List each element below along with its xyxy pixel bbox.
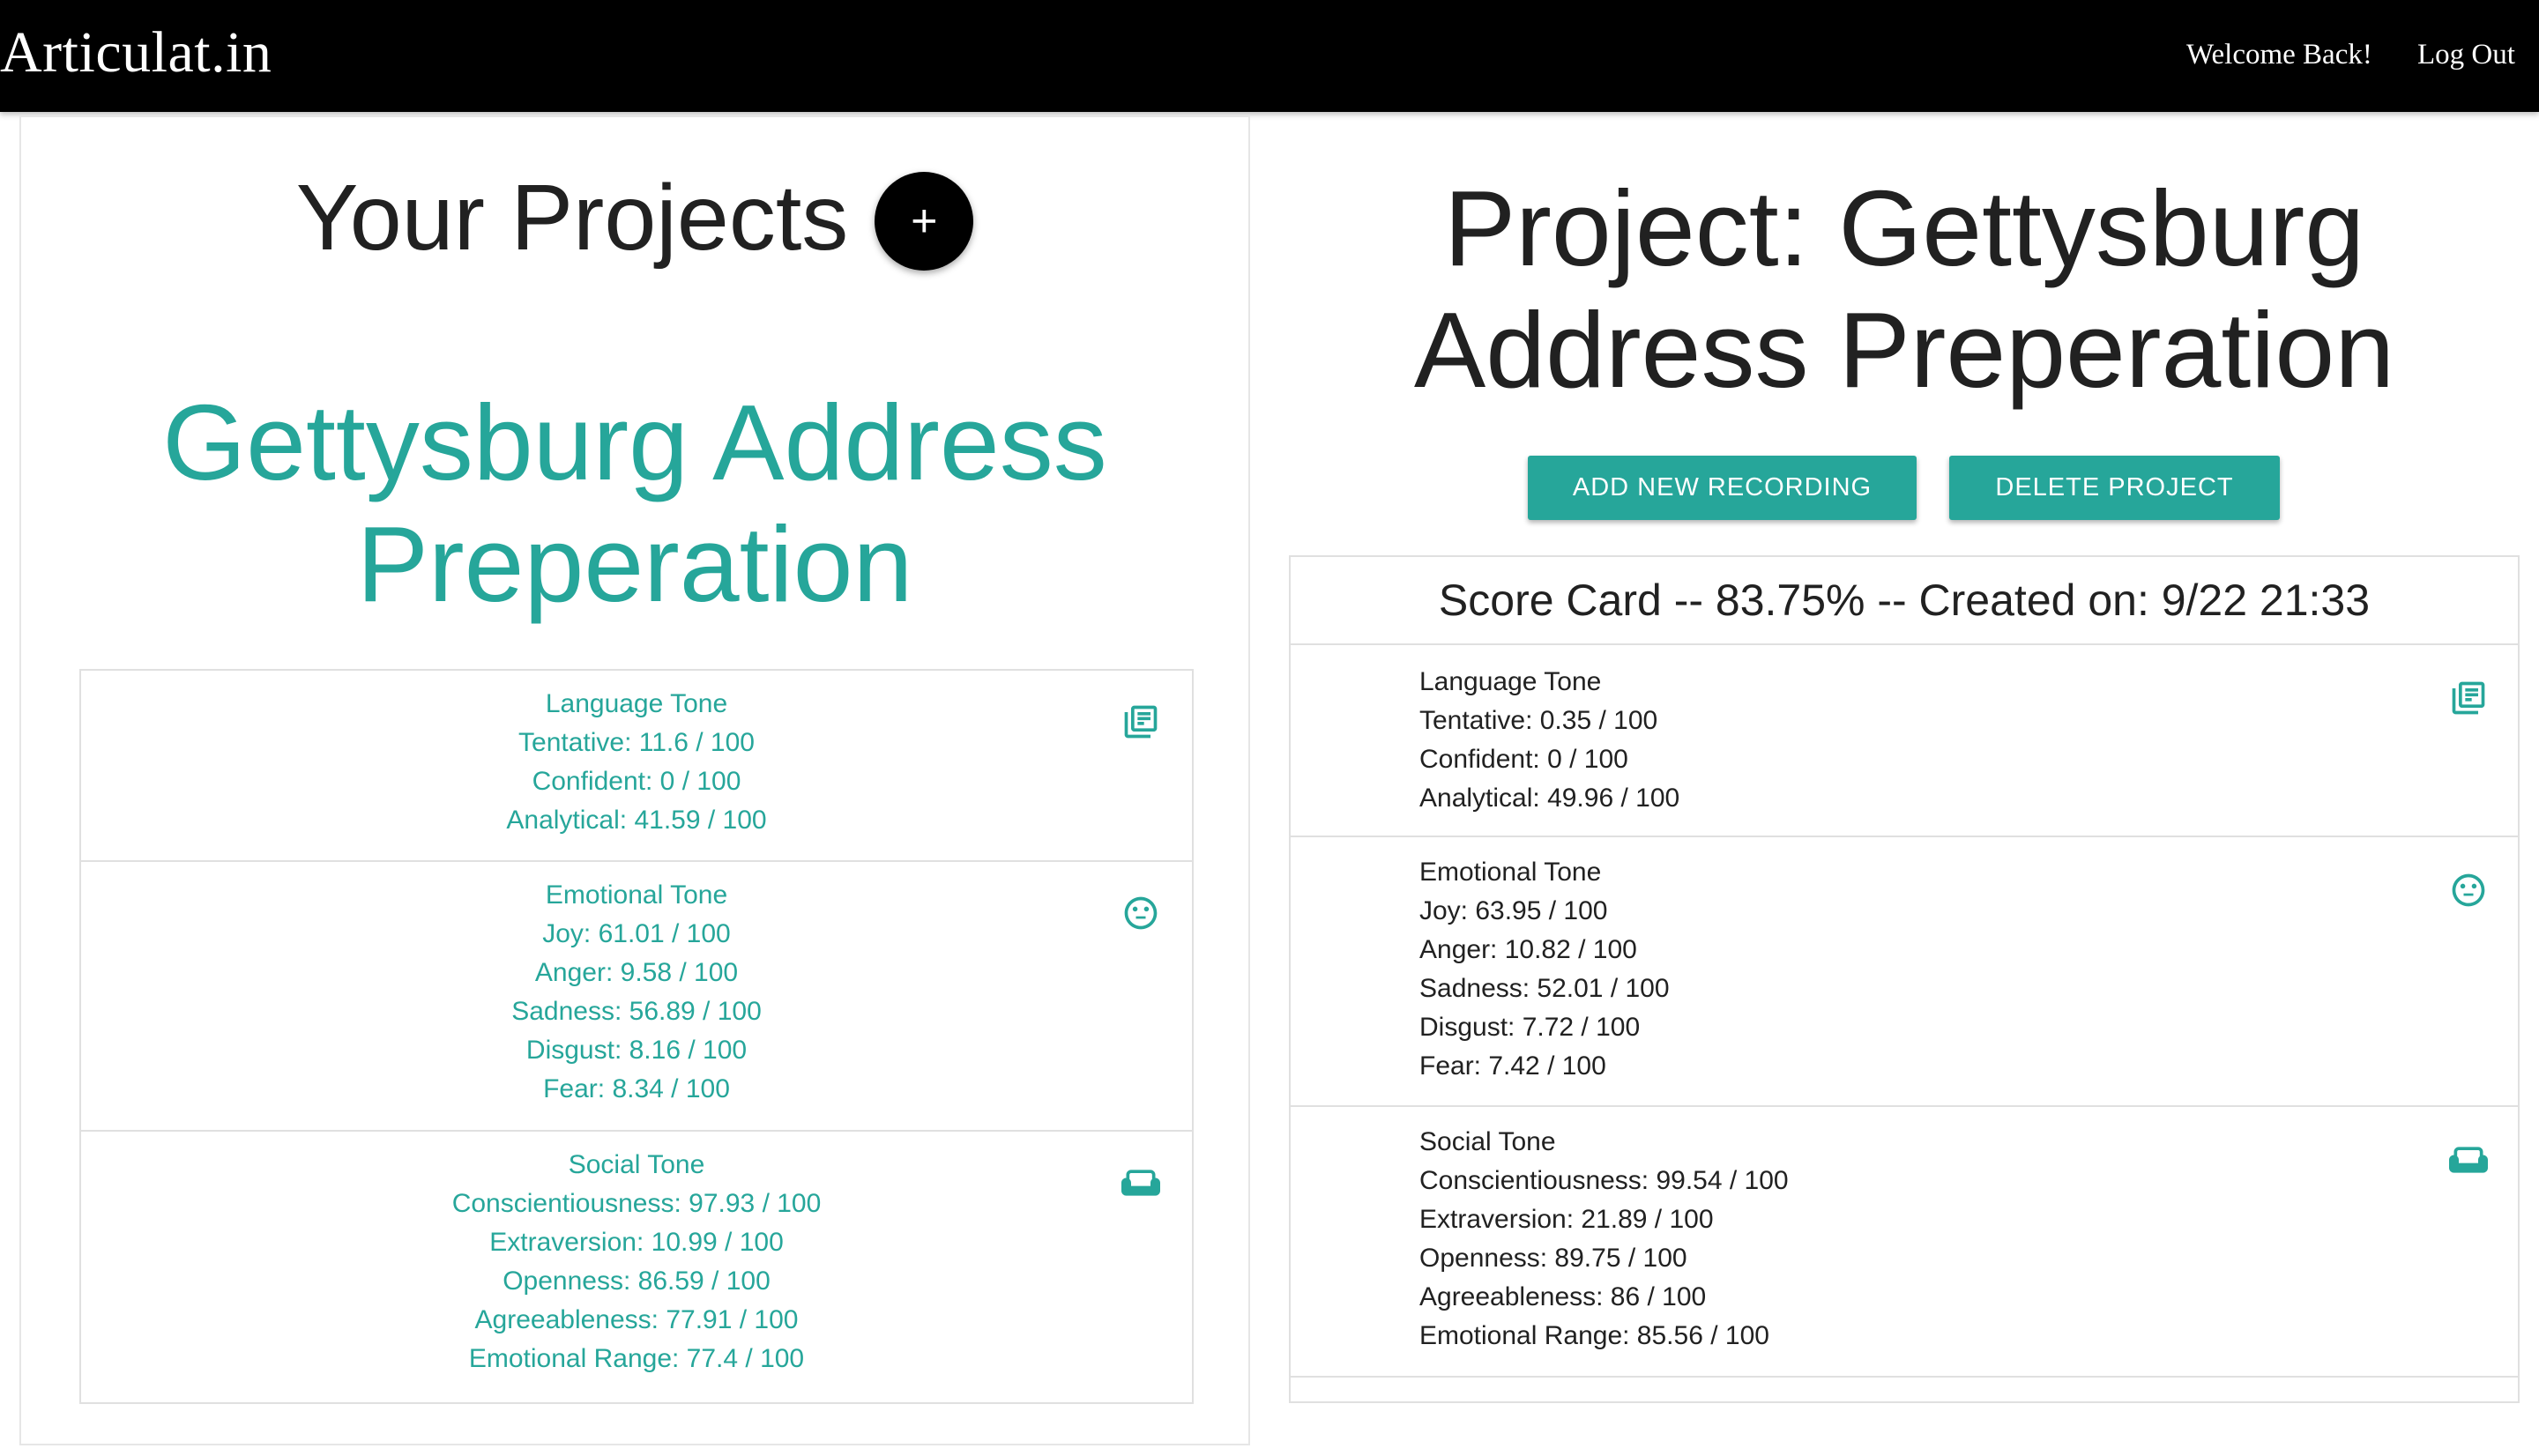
metric-joy: Joy: 63.95 / 100 xyxy=(1419,896,1608,925)
metric-extraversion: Extraversion: 21.89 / 100 xyxy=(1419,1205,1714,1234)
emotional-tone-section: Emotional Tone Joy: 61.01 / 100 Anger: 9… xyxy=(81,862,1192,1132)
metric-tentative: Tentative: 0.35 / 100 xyxy=(1419,706,1658,735)
metric-analytical: Analytical: 41.59 / 100 xyxy=(506,806,767,835)
metric-anger: Anger: 9.58 / 100 xyxy=(534,958,739,987)
metric-conscientiousness: Conscientiousness: 99.54 / 100 xyxy=(1419,1166,1789,1195)
sofa-icon xyxy=(2449,1140,2488,1179)
metric-fear: Fear: 7.42 / 100 xyxy=(1419,1051,1606,1081)
brand-logo[interactable]: Articulat.in xyxy=(0,19,272,86)
metric-confident: Confident: 0 / 100 xyxy=(532,767,741,796)
metric-agreeableness: Agreeableness: 86 / 100 xyxy=(1419,1282,1707,1311)
sofa-icon xyxy=(1121,1163,1160,1202)
projects-heading-row: Your Projects + xyxy=(21,165,1248,271)
section-title: Emotional Tone xyxy=(1419,858,1602,887)
add-new-recording-button[interactable]: ADD NEW RECORDING xyxy=(1528,456,1917,520)
score-card-header[interactable]: Score Card -- 83.75% -- Created on: 9/22… xyxy=(1291,557,2518,645)
metric-extraversion: Extraversion: 10.99 / 100 xyxy=(489,1228,784,1257)
score-card: Score Card -- 83.75% -- Created on: 9/22… xyxy=(1289,555,2520,1403)
neutral-face-icon xyxy=(2449,871,2488,910)
article-icon xyxy=(2449,679,2488,717)
project-summary-card: Language Tone Tentative: 11.6 / 100 Conf… xyxy=(79,669,1194,1404)
section-title: Social Tone xyxy=(1419,1127,1556,1156)
article-icon xyxy=(1121,702,1160,741)
section-title: Social Tone xyxy=(568,1150,705,1179)
top-navbar: Articulat.in Welcome Back! Log Out xyxy=(0,0,2539,112)
project-list-item-title[interactable]: Gettysburg Address Preperation xyxy=(21,382,1248,625)
metric-disgust: Disgust: 8.16 / 100 xyxy=(525,1036,748,1065)
metric-conscientiousness: Conscientiousness: 97.93 / 100 xyxy=(451,1189,822,1218)
metric-analytical: Analytical: 49.96 / 100 xyxy=(1419,784,1680,813)
welcome-link[interactable]: Welcome Back! xyxy=(2186,39,2372,71)
metric-agreeableness: Agreeableness: 77.91 / 100 xyxy=(474,1305,799,1334)
metric-emotional-range: Emotional Range: 85.56 / 100 xyxy=(1419,1321,1769,1350)
metric-sadness: Sadness: 56.89 / 100 xyxy=(511,997,762,1026)
neutral-face-icon xyxy=(1121,894,1160,932)
metric-fear: Fear: 8.34 / 100 xyxy=(543,1074,730,1103)
social-tone-section: Social Tone Conscientiousness: 99.54 / 1… xyxy=(1291,1107,2518,1378)
plus-icon: + xyxy=(911,195,938,247)
projects-heading: Your Projects xyxy=(295,166,849,270)
metric-disgust: Disgust: 7.72 / 100 xyxy=(1419,1013,1641,1042)
section-title: Language Tone xyxy=(1419,667,1602,696)
metric-sadness: Sadness: 52.01 / 100 xyxy=(1419,974,1670,1003)
logout-link[interactable]: Log Out xyxy=(2417,39,2515,71)
delete-project-button[interactable]: DELETE PROJECT xyxy=(1949,456,2280,520)
add-project-button[interactable]: + xyxy=(875,171,974,271)
metric-confident: Confident: 0 / 100 xyxy=(1419,745,1628,774)
metric-openness: Openness: 86.59 / 100 xyxy=(503,1267,771,1296)
projects-panel: Your Projects + Gettysburg Address Prepe… xyxy=(19,115,1250,1445)
project-detail-title: Project: Gettysburg Address Preperation xyxy=(1413,168,2395,410)
section-title: Emotional Tone xyxy=(545,880,728,910)
social-tone-section: Social Tone Conscientiousness: 97.93 / 1… xyxy=(81,1132,1192,1402)
emotional-tone-section: Emotional Tone Joy: 63.95 / 100 Anger: 1… xyxy=(1291,837,2518,1107)
language-tone-section: Language Tone Tentative: 11.6 / 100 Conf… xyxy=(81,671,1192,862)
metric-tentative: Tentative: 11.6 / 100 xyxy=(518,728,755,757)
metric-emotional-range: Emotional Range: 77.4 / 100 xyxy=(468,1344,805,1373)
language-tone-section: Language Tone Tentative: 0.35 / 100 Conf… xyxy=(1291,645,2518,837)
metric-anger: Anger: 10.82 / 100 xyxy=(1419,935,1637,964)
metric-openness: Openness: 89.75 / 100 xyxy=(1419,1244,1687,1273)
section-title: Language Tone xyxy=(545,689,728,718)
metric-joy: Joy: 61.01 / 100 xyxy=(542,919,731,948)
